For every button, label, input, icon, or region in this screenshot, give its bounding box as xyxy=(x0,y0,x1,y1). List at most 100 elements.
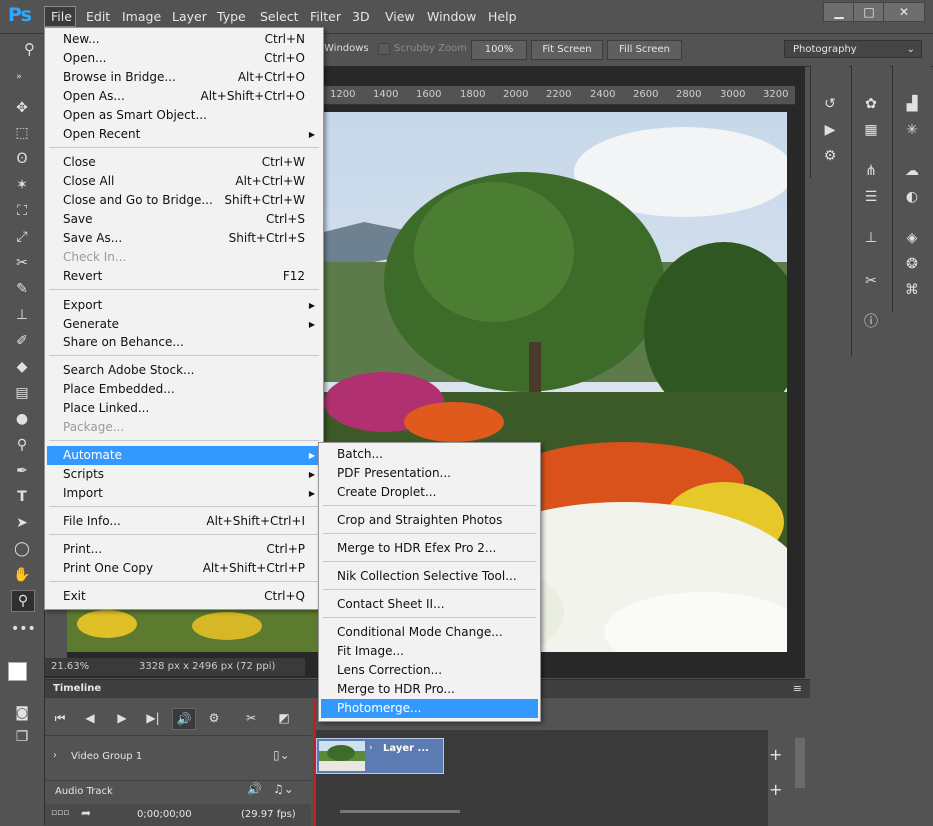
fit-screen-button[interactable]: Fit Screen xyxy=(531,40,603,60)
layers-icon[interactable]: ◈ xyxy=(900,228,924,248)
history-brush-tool-icon[interactable]: ✐ xyxy=(11,331,33,351)
play-icon[interactable]: ▶ xyxy=(111,708,133,728)
close-window-button[interactable]: ✕ xyxy=(883,2,925,22)
menu-item-create-droplet[interactable]: Create Droplet... xyxy=(321,483,538,502)
channels-icon[interactable]: ❂ xyxy=(900,254,924,274)
menu-item-pdf-presentation[interactable]: PDF Presentation... xyxy=(321,464,538,483)
menu-item-close-all[interactable]: Close All Alt+Ctrl+W xyxy=(47,172,321,191)
menu-item-open[interactable]: Open... Ctrl+O xyxy=(47,49,321,68)
menu-item-revert[interactable]: Revert F12 xyxy=(47,267,321,286)
move-tool-icon[interactable]: ✥ xyxy=(11,98,33,118)
maximize-button[interactable]: □ xyxy=(853,2,885,22)
next-frame-icon[interactable]: ▶| xyxy=(142,708,164,728)
navigator-icon[interactable]: ✳ xyxy=(900,120,924,140)
menu-item-share-on-behance[interactable]: Share on Behance... xyxy=(47,333,321,352)
menu-image[interactable]: Image xyxy=(122,9,161,24)
chevron-right-icon[interactable]: › xyxy=(53,750,57,761)
menu-help[interactable]: Help xyxy=(488,9,517,24)
blur-tool-icon[interactable]: ● xyxy=(11,409,33,429)
transition-icon[interactable]: ◩ xyxy=(273,708,295,728)
menu-item-save[interactable]: Save Ctrl+S xyxy=(47,210,321,229)
menu-item-close-and-go-to-bridge[interactable]: Close and Go to Bridge... Shift+Ctrl+W xyxy=(47,191,321,210)
tool-presets-icon[interactable]: ✂ xyxy=(859,271,883,291)
zoom-100-button[interactable]: 100% xyxy=(471,40,527,60)
zoom-slider[interactable] xyxy=(340,810,460,813)
menu-edit[interactable]: Edit xyxy=(86,9,110,24)
menu-item-save-as[interactable]: Save As... Shift+Ctrl+S xyxy=(47,229,321,248)
histogram-icon[interactable]: ▟ xyxy=(900,94,924,114)
menu-item-search-adobe-stock[interactable]: Search Adobe Stock... xyxy=(47,361,321,380)
audio-volume-icon[interactable]: 🔊 xyxy=(247,782,262,796)
color-palette-icon[interactable]: ✿ xyxy=(859,94,883,114)
clone-source-icon[interactable]: ⊥ xyxy=(859,228,883,248)
eyedropper-tool-icon[interactable]: ⤢ xyxy=(11,227,33,247)
mute-audio-icon[interactable]: 🔊 xyxy=(172,708,196,730)
menu-item-exit[interactable]: Exit Ctrl+Q xyxy=(47,587,321,606)
ellipse-tool-icon[interactable]: ◯ xyxy=(11,539,33,559)
menu-item-browse-in-bridge[interactable]: Browse in Bridge... Alt+Ctrl+O xyxy=(47,68,321,87)
menu-item-merge-to-hdr-efex[interactable]: Merge to HDR Efex Pro 2... xyxy=(321,539,538,558)
convert-frames-icon[interactable]: ▫▫▫ xyxy=(51,808,69,818)
menu-layer[interactable]: Layer xyxy=(172,9,207,24)
panel-menu-icon[interactable]: ≡ xyxy=(793,682,802,695)
properties-icon[interactable]: ⚙ xyxy=(818,146,842,166)
menu-item-conditional-mode-change[interactable]: Conditional Mode Change... xyxy=(321,623,538,642)
history-icon[interactable]: ↺ xyxy=(818,94,842,114)
menu-item-import[interactable]: Import ▶ xyxy=(47,484,321,503)
crop-tool-icon[interactable]: ⛶ xyxy=(11,201,33,221)
collapse-icon[interactable]: » xyxy=(8,67,30,87)
menu-item-scripts[interactable]: Scripts ▶ xyxy=(47,465,321,484)
fill-screen-button[interactable]: Fill Screen xyxy=(607,40,682,60)
stamp-tool-icon[interactable]: ⊥ xyxy=(11,305,33,325)
lasso-tool-icon[interactable]: ʘ xyxy=(11,149,33,169)
menu-item-generate[interactable]: Generate ▶ xyxy=(47,315,321,334)
menu-item-fit-image[interactable]: Fit Image... xyxy=(321,642,538,661)
info-icon[interactable]: ⓘ xyxy=(859,312,883,332)
menu-item-place-embedded[interactable]: Place Embedded... xyxy=(47,380,321,399)
menu-select[interactable]: Select xyxy=(260,9,299,24)
video-clip[interactable]: › Layer ... xyxy=(316,738,444,774)
menu-type[interactable]: Type xyxy=(217,9,246,24)
menu-item-place-linked[interactable]: Place Linked... xyxy=(47,399,321,418)
add-audio-plus-icon[interactable]: + xyxy=(769,780,782,799)
menu-item-file-info[interactable]: File Info... Alt+Shift+Ctrl+I xyxy=(47,512,321,531)
film-strip-icon[interactable]: ▯⌄ xyxy=(273,748,290,762)
scrubby-zoom-checkbox[interactable] xyxy=(378,43,390,55)
swatches-grid-icon[interactable]: ▦ xyxy=(859,120,883,140)
quick-mask-icon[interactable]: ◙ xyxy=(11,703,33,723)
more-tools-icon[interactable]: ••• xyxy=(11,619,36,639)
menu-view[interactable]: View xyxy=(385,9,415,24)
menu-3d[interactable]: 3D xyxy=(352,9,370,24)
brush-tool-icon[interactable]: ✎ xyxy=(11,279,33,299)
go-to-first-frame-icon[interactable]: ⏮ xyxy=(49,708,71,728)
workspace-select[interactable]: Photography ⌄ xyxy=(784,40,922,58)
menu-item-export[interactable]: Export ▶ xyxy=(47,296,321,315)
magic-wand-tool-icon[interactable]: ✶ xyxy=(11,175,33,195)
adjustments-sliders-icon[interactable]: ☰ xyxy=(859,187,883,207)
menu-item-automate[interactable]: Automate ▶ xyxy=(47,446,321,465)
path-selection-tool-icon[interactable]: ➤ xyxy=(11,513,33,533)
zoom-tool-icon[interactable]: ⚲ xyxy=(24,40,35,58)
music-note-icon[interactable]: ♫⌄ xyxy=(273,782,294,796)
menu-item-photomerge[interactable]: Photomerge... xyxy=(321,699,538,718)
menu-item-print[interactable]: Print... Ctrl+P xyxy=(47,540,321,559)
menu-filter[interactable]: Filter xyxy=(310,9,341,24)
menu-window[interactable]: Window xyxy=(427,9,476,24)
gradient-tool-icon[interactable]: ▤ xyxy=(11,383,33,403)
foreground-color-swatch[interactable] xyxy=(8,662,27,681)
brush-presets-icon[interactable]: ⋔ xyxy=(859,161,883,181)
pen-tool-icon[interactable]: ✒ xyxy=(11,461,33,481)
timeline-title[interactable]: Timeline xyxy=(53,683,101,694)
settings-gear-icon[interactable]: ⚙ xyxy=(203,708,225,728)
chevron-right-icon[interactable]: › xyxy=(369,743,373,753)
timeline-scrollbar[interactable] xyxy=(795,738,805,788)
menu-item-contact-sheet[interactable]: Contact Sheet II... xyxy=(321,595,538,614)
menu-item-close[interactable]: Close Ctrl+W xyxy=(47,153,321,172)
menu-item-lens-correction[interactable]: Lens Correction... xyxy=(321,661,538,680)
split-scissors-icon[interactable]: ✂ xyxy=(240,708,262,728)
dodge-tool-icon[interactable]: ⚲ xyxy=(11,435,33,455)
menu-item-nik-collection[interactable]: Nik Collection Selective Tool... xyxy=(321,567,538,586)
healing-brush-tool-icon[interactable]: ✂ xyxy=(11,253,33,273)
hand-tool-icon[interactable]: ✋ xyxy=(11,565,33,585)
minimize-button[interactable]: ▁ xyxy=(823,2,855,22)
